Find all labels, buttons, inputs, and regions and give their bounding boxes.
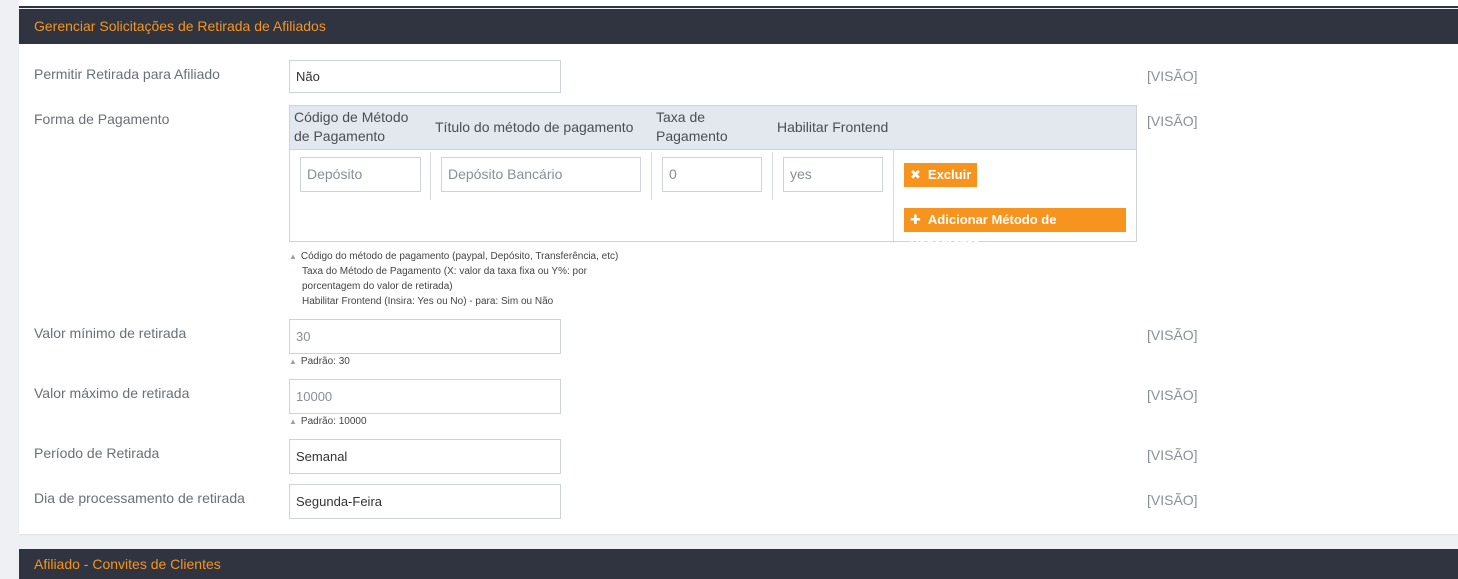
withdrawal-settings-panel: Gerenciar Solicitações de Retirada de Af…: [19, 9, 1458, 534]
min-withdrawal-hint: ▲ Padrão: 30: [289, 356, 350, 367]
allow-withdrawal-label: Permitir Retirada para Afiliado: [34, 66, 220, 82]
panel-title: Gerenciar Solicitações de Retirada de Af…: [19, 9, 1458, 44]
delete-method-button[interactable]: ✖ Excluir: [904, 163, 978, 187]
processing-day-view-link[interactable]: [VISÃO]: [1147, 492, 1198, 508]
cell-divider: [651, 152, 652, 200]
plus-icon: ✚: [910, 212, 921, 227]
column-header-title: Título do método de pagamento: [435, 119, 634, 135]
max-withdrawal-label: Valor máximo de retirada: [34, 385, 190, 401]
cell-divider: [430, 152, 431, 200]
min-withdrawal-input[interactable]: 30: [289, 319, 561, 354]
payment-fee-input[interactable]: 0: [662, 157, 762, 192]
withdrawal-period-label: Período de Retirada: [34, 445, 160, 461]
cell-divider: [772, 152, 773, 200]
action-column-divider: [893, 149, 894, 241]
allow-withdrawal-select[interactable]: Não: [289, 60, 561, 93]
payment-method-view-link[interactable]: [VISÃO]: [1147, 113, 1198, 129]
processing-day-label: Dia de processamento de retirada: [34, 490, 245, 506]
payment-method-label: Forma de Pagamento: [34, 111, 170, 127]
payment-code-input[interactable]: Depósito: [300, 157, 421, 192]
withdrawal-period-select[interactable]: Semanal: [289, 439, 561, 474]
payment-methods-table: Código de Método de Pagamento Título do …: [289, 105, 1137, 251]
column-header-fee: Taxa de Pagamento: [656, 109, 728, 144]
caret-up-icon: ▲: [289, 417, 297, 426]
min-withdrawal-view-link[interactable]: [VISÃO]: [1147, 327, 1198, 343]
add-payment-method-button[interactable]: ✚ Adicionar Método de Pagamento: [904, 208, 1126, 251]
payment-table-header: Código de Método de Pagamento Título do …: [290, 106, 1136, 150]
max-withdrawal-input[interactable]: 10000: [289, 379, 561, 414]
previous-panel-bottom: [19, 0, 1458, 8]
caret-up-icon: ▲: [289, 252, 297, 261]
max-withdrawal-view-link[interactable]: [VISÃO]: [1147, 387, 1198, 403]
column-header-frontend: Habilitar Frontend: [777, 119, 889, 135]
close-icon: ✖: [910, 167, 921, 182]
payment-frontend-input[interactable]: yes: [783, 157, 883, 192]
column-header-code: Código de Método de Pagamento: [294, 109, 409, 144]
payment-title-input[interactable]: Depósito Bancário: [441, 157, 641, 192]
min-withdrawal-label: Valor mínimo de retirada: [34, 325, 187, 341]
allow-withdrawal-view-link[interactable]: [VISÃO]: [1147, 68, 1198, 84]
withdrawal-period-view-link[interactable]: [VISÃO]: [1147, 447, 1198, 463]
caret-up-icon: ▲: [289, 357, 297, 366]
processing-day-select[interactable]: Segunda-Feira: [289, 484, 561, 519]
max-withdrawal-hint: ▲ Padrão: 10000: [289, 416, 367, 427]
payment-method-hint: ▲ Código do método de pagamento (paypal, …: [289, 251, 619, 307]
customer-invites-panel-header[interactable]: Afiliado - Convites de Clientes: [19, 549, 1458, 579]
